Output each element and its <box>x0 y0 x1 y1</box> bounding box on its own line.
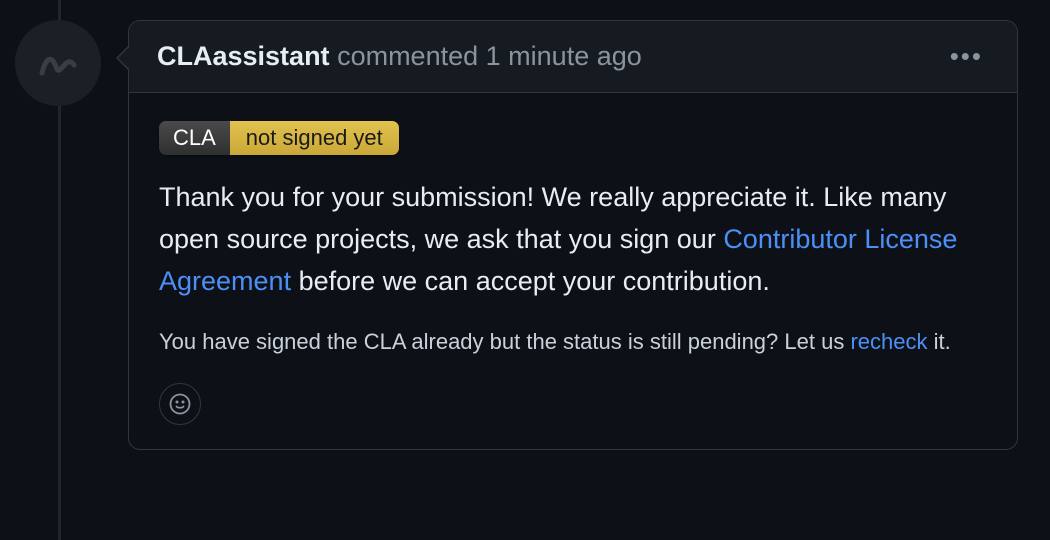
comment-subtext: You have signed the CLA already but the … <box>159 329 987 355</box>
comment-body: CLA not signed yet Thank you for your su… <box>129 93 1017 449</box>
comment-actions-menu-icon[interactable]: ••• <box>944 41 989 72</box>
comment-author[interactable]: CLAassistant <box>157 41 330 71</box>
comment-timestamp[interactable]: 1 minute ago <box>486 41 642 71</box>
text-segment: You have signed the CLA already but the … <box>159 329 850 354</box>
author-avatar[interactable] <box>15 20 101 106</box>
comment-paragraph: Thank you for your submission! We really… <box>159 177 987 303</box>
cla-status-badge[interactable]: CLA not signed yet <box>159 121 399 155</box>
comment-pointer-icon <box>116 45 129 71</box>
badge-status: not signed yet <box>230 121 399 155</box>
smiley-icon <box>168 392 192 416</box>
text-segment: it. <box>927 329 950 354</box>
status-badge-row: CLA not signed yet <box>159 121 987 155</box>
badge-label: CLA <box>159 121 230 155</box>
avatar-cutout <box>15 20 101 106</box>
comment-container: CLAassistant commented 1 minute ago ••• … <box>128 20 1018 450</box>
comment-action: commented <box>337 41 486 71</box>
add-reaction-button[interactable] <box>159 383 201 425</box>
comment-header-text: CLAassistant commented 1 minute ago <box>157 39 642 74</box>
comment-header: CLAassistant commented 1 minute ago ••• <box>129 21 1017 93</box>
avatar-glyph-icon <box>34 39 82 87</box>
recheck-link[interactable]: recheck <box>850 329 927 354</box>
text-segment: before we can accept your contribution. <box>291 266 770 296</box>
